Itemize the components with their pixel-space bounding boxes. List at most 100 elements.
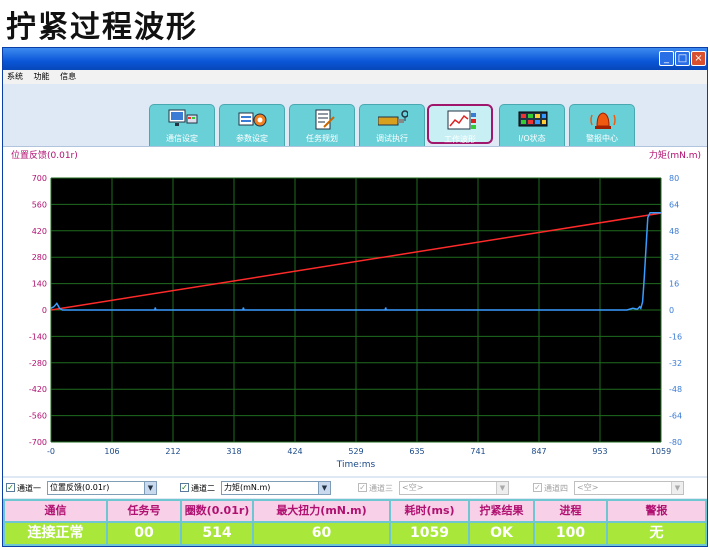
left-tick-label: -280 <box>29 359 47 368</box>
right-tick-label: 64 <box>669 200 679 209</box>
left-tick-label: -420 <box>29 385 47 394</box>
left-tick-label: 280 <box>32 253 47 262</box>
chevron-down-icon[interactable]: ▼ <box>318 482 330 494</box>
channel-4-checkbox[interactable]: ✓ <box>533 483 542 492</box>
menu-system[interactable]: 系统 <box>7 72 23 81</box>
tab-label: 参数设定 <box>236 134 268 143</box>
title-bar[interactable]: _ □ × <box>3 48 707 70</box>
right-tick-label: -48 <box>669 385 682 394</box>
right-tick-label: 0 <box>669 306 674 315</box>
x-tick-label: 318 <box>226 447 241 456</box>
x-tick-label: 953 <box>592 447 607 456</box>
channel-2-value: 力矩(mN.m) <box>224 483 271 492</box>
waveform-icon <box>447 110 476 130</box>
x-tick-label: 529 <box>348 447 363 456</box>
menu-info[interactable]: 信息 <box>60 72 76 81</box>
channel-1-value: 位置反馈(0.01r) <box>50 483 110 492</box>
chevron-down-icon[interactable]: ▼ <box>671 482 683 494</box>
status-header: 耗时(ms) <box>391 501 468 521</box>
status-header: 进程 <box>535 501 606 521</box>
page-heading: 拧紧过程波形 <box>6 10 198 45</box>
app-window: _ □ × 系统 功能 信息 通信设定 参数设定 任务规划 调试执行 工作波形 … <box>2 47 708 547</box>
right-tick-labels: 80 64 48 32 16 0 -16 -32 -48 -64 -80 <box>669 174 682 447</box>
left-tick-label: -560 <box>29 412 47 421</box>
task-number-value: 00 <box>108 523 180 544</box>
channel-1-select[interactable]: 位置反馈(0.01r) ▼ <box>47 481 157 495</box>
x-tick-label: 1059 <box>651 447 671 456</box>
channel-3-label: 通道三 <box>369 484 393 493</box>
waveform-chart: 位置反馈(0.01r) 力矩(mN.m) -0 106 212 318 424 529 63… <box>11 149 701 470</box>
document-edit-icon <box>315 109 335 130</box>
x-tick-label: 741 <box>470 447 485 456</box>
x-tick-label: 424 <box>287 447 302 456</box>
right-tick-label: 32 <box>669 253 679 262</box>
monitor-icon <box>168 109 198 126</box>
tab-param-settings[interactable]: 参数设定 <box>219 104 285 146</box>
io-panel-icon <box>518 111 548 127</box>
channel-controls: ✓ 通道一 位置反馈(0.01r) ▼ ✓ 通道二 力矩(mN.m) ▼ ✓ 通道三… <box>3 478 707 498</box>
chevron-down-icon[interactable]: ▼ <box>144 482 156 494</box>
tab-label: 通信设定 <box>166 134 198 143</box>
right-tick-label: 48 <box>669 227 679 236</box>
left-tick-label: -700 <box>29 438 47 447</box>
tab-io-status[interactable]: I/O状态 <box>499 104 565 146</box>
x-tick-label: 635 <box>409 447 424 456</box>
x-tick-labels: -0 106 212 318 424 529 635 741 847 953 1059 <box>47 447 671 456</box>
max-torque-value: 60 <box>254 523 389 544</box>
status-header: 警报 <box>608 501 705 521</box>
turns-value: 514 <box>182 523 252 544</box>
left-tick-label: 420 <box>32 227 47 236</box>
left-axis-label: 位置反馈(0.01r) <box>11 149 78 161</box>
tab-task-planning[interactable]: 任务规划 <box>289 104 355 146</box>
channel-3-value: <空> <box>402 483 424 492</box>
tab-label: I/O状态 <box>518 134 546 143</box>
status-header: 圈数(0.01r) <box>182 501 252 521</box>
right-tick-label: -32 <box>669 359 682 368</box>
channel-2-label: 通道二 <box>191 484 215 493</box>
tab-debug-run[interactable]: 调试执行 <box>359 104 425 146</box>
maximize-button[interactable]: □ <box>675 51 690 66</box>
chevron-down-icon[interactable]: ▼ <box>496 482 508 494</box>
right-tick-label: -80 <box>669 438 682 447</box>
left-tick-labels: 700 560 420 280 140 0 -140 -280 -420 -560 -700 <box>29 174 47 447</box>
channel-3-checkbox[interactable]: ✓ <box>358 483 367 492</box>
left-tick-label: 0 <box>42 306 47 315</box>
close-button[interactable]: × <box>691 51 706 66</box>
channel-4-label: 通道四 <box>544 484 568 493</box>
channel-3-select[interactable]: <空> ▼ <box>399 481 509 495</box>
right-axis-label: 力矩(mN.m) <box>649 149 701 161</box>
tab-label: 工作波形 <box>444 135 476 144</box>
menu-function[interactable]: 功能 <box>34 72 50 81</box>
status-header: 最大扭力(mN.m) <box>254 501 389 521</box>
tab-label: 警报中心 <box>586 134 618 143</box>
x-tick-label: 106 <box>104 447 119 456</box>
status-header: 拧紧结果 <box>470 501 533 521</box>
menu-bar: 系统 功能 信息 <box>3 70 707 84</box>
channel-1-label: 通道一 <box>17 484 41 493</box>
left-tick-label: -140 <box>29 332 47 341</box>
right-tick-label: 16 <box>669 280 679 289</box>
channel-4-value: <空> <box>577 483 599 492</box>
left-tick-label: 560 <box>32 200 47 209</box>
x-tick-label: 847 <box>531 447 546 456</box>
progress-value: 100 <box>535 523 606 544</box>
channel-4-select[interactable]: <空> ▼ <box>574 481 684 495</box>
status-table: 通信 任务号 圈数(0.01r) 最大扭力(mN.m) 耗时(ms) 拧紧结果 … <box>3 499 707 546</box>
waveform-chart-panel: 位置反馈(0.01r) 力矩(mN.m) -0 106 212 318 424 529 63… <box>3 146 707 476</box>
channel-2-checkbox[interactable]: ✓ <box>180 483 189 492</box>
right-tick-label: -64 <box>669 412 682 421</box>
elapsed-time-value: 1059 <box>391 523 468 544</box>
tab-label: 任务规划 <box>306 134 338 143</box>
tab-label: 调试执行 <box>376 134 408 143</box>
x-tick-label: -0 <box>47 447 55 456</box>
minimize-button[interactable]: _ <box>659 51 674 66</box>
channel-2-select[interactable]: 力矩(mN.m) ▼ <box>221 481 331 495</box>
tab-alarm-center[interactable]: 警报中心 <box>569 104 635 146</box>
channel-1-checkbox[interactable]: ✓ <box>6 483 15 492</box>
tab-bar: 通信设定 参数设定 任务规划 调试执行 工作波形 I/O状态 警报中心 <box>3 84 707 146</box>
tool-wrench-icon <box>378 110 408 126</box>
x-axis-label: Time:ms <box>336 460 376 470</box>
tab-comm-settings[interactable]: 通信设定 <box>149 104 215 146</box>
tab-work-waveform[interactable]: 工作波形 <box>427 104 493 144</box>
right-tick-label: 80 <box>669 174 679 183</box>
